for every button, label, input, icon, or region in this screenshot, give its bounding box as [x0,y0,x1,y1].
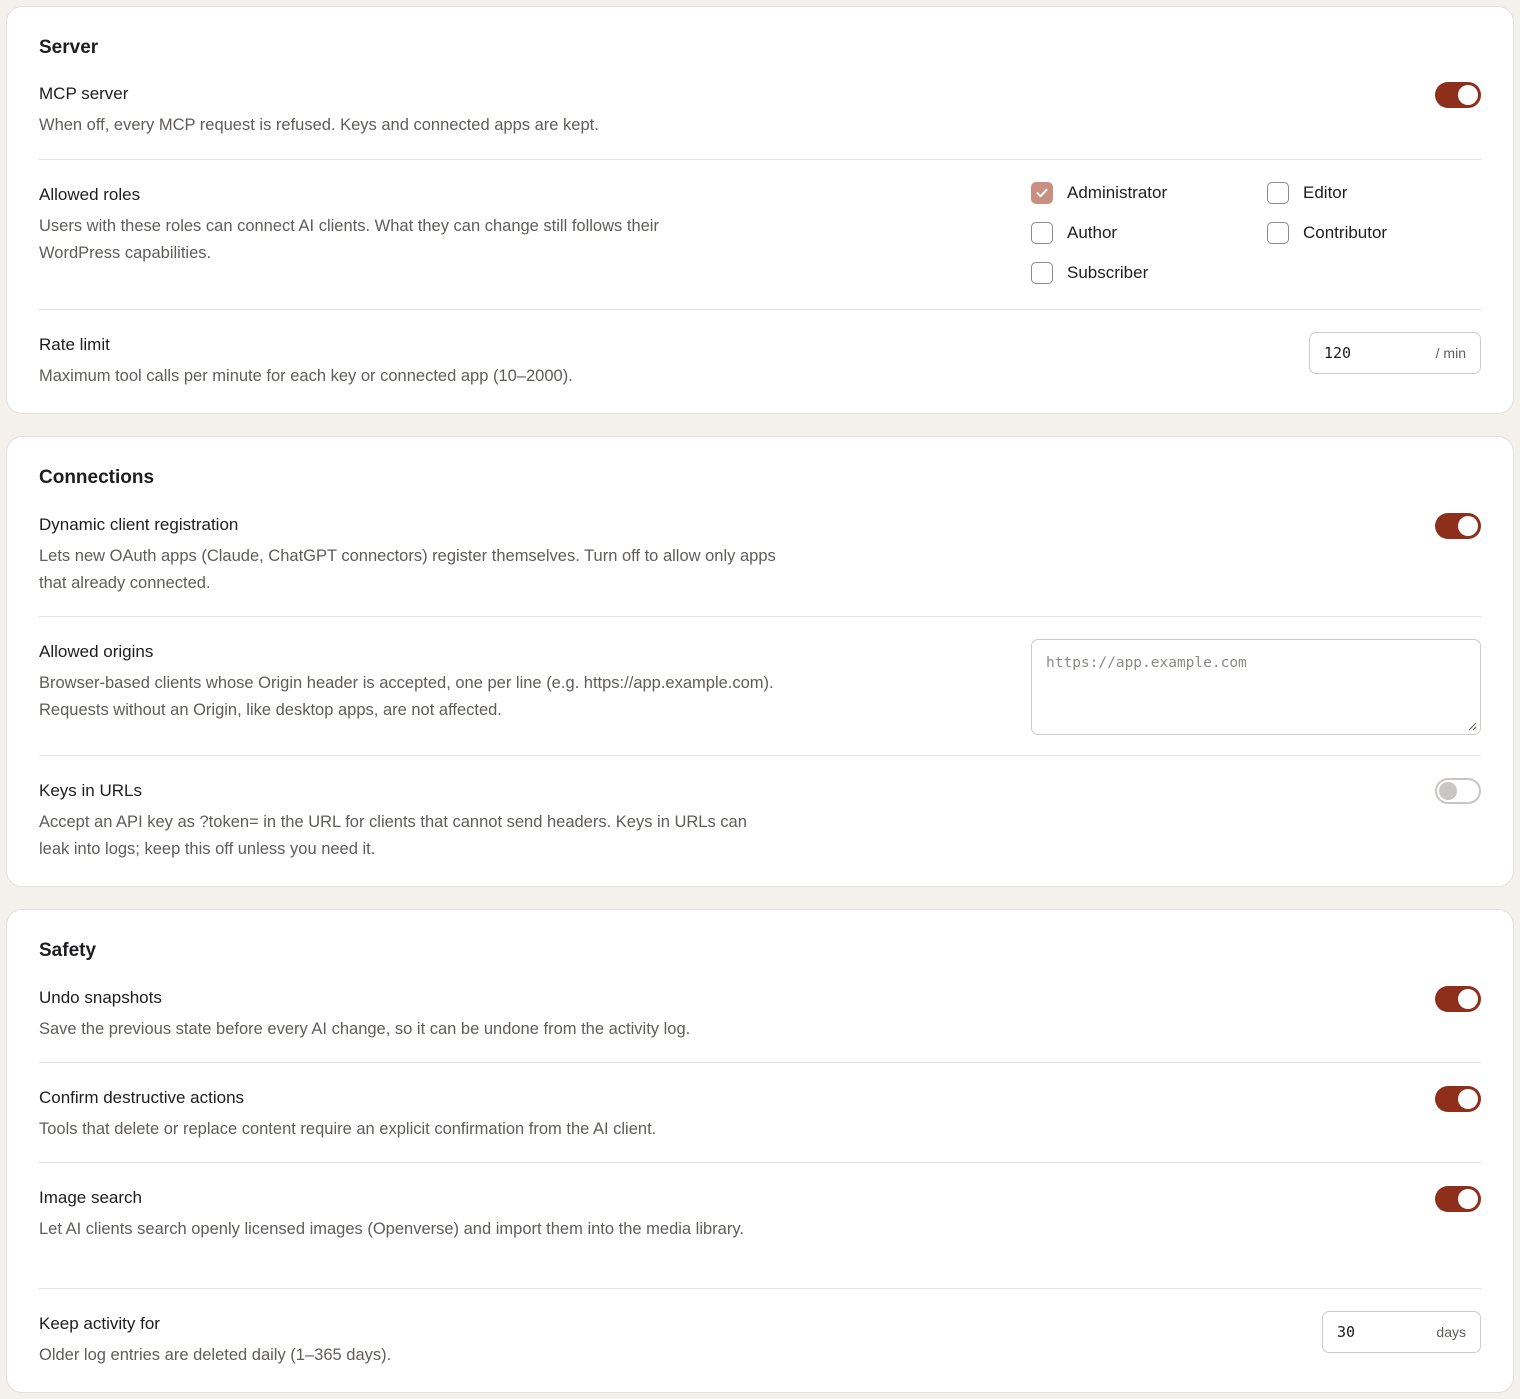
toggle-knob [1458,989,1478,1009]
keys-in-urls-toggle[interactable] [1435,778,1481,804]
undo-snapshots-toggle[interactable] [1435,986,1481,1012]
image-search-toggle[interactable] [1435,1186,1481,1212]
allowed-origins-placeholder: https://app.example.com [1046,655,1247,671]
role-label: Contributor [1303,223,1388,242]
undo-snapshots-row: Undo snapshots Save the previous state b… [39,986,1481,1062]
keep-activity-input[interactable]: 30 days [1322,1311,1481,1353]
checkmark-icon [1036,188,1048,198]
allowed-roles-row: Allowed roles Users with these roles can… [39,159,1481,309]
image-search-label: Image search [39,1188,142,1207]
dynamic-registration-label: Dynamic client registration [39,515,239,534]
contributor-checkbox[interactable] [1267,222,1289,244]
rate-limit-row: Rate limit Maximum tool calls per minute… [39,309,1481,409]
confirm-destructive-description: Tools that delete or replace content req… [39,1120,657,1138]
server-section-title: Server [39,37,99,58]
keys-in-urls-row: Keys in URLs Accept an API key as ?token… [39,755,1481,875]
role-label: Administrator [1067,183,1168,202]
dynamic-registration-description: Lets new OAuth apps (Claude, ChatGPT con… [39,547,776,592]
resize-grip-icon [1468,722,1477,731]
role-label: Subscriber [1067,263,1149,282]
toggle-knob [1458,1089,1478,1109]
rate-limit-label: Rate limit [39,335,110,354]
rate-limit-value: 120 [1324,344,1352,362]
administrator-checkbox[interactable] [1031,182,1053,204]
mcp-server-row: MCP server When off, every MCP request i… [39,82,1481,159]
dynamic-registration-row: Dynamic client registration Lets new OAu… [39,513,1481,616]
safety-section-title: Safety [39,940,97,961]
role-label: Editor [1303,183,1348,202]
allowed-origins-description: Browser-based clients whose Origin heade… [39,674,774,719]
role-label: Author [1067,223,1118,242]
keys-in-urls-description: Accept an API key as ?token= in the URL … [39,813,747,858]
confirm-destructive-row: Confirm destructive actions Tools that d… [39,1062,1481,1162]
image-search-description: Let AI clients search openly licensed im… [39,1220,744,1238]
undo-snapshots-label: Undo snapshots [39,988,162,1007]
toggle-knob [1439,782,1457,800]
role-contributor[interactable]: Contributor [1267,222,1387,244]
keep-activity-description: Older log entries are deleted daily (1–3… [39,1346,392,1364]
author-checkbox[interactable] [1031,222,1053,244]
confirm-destructive-label: Confirm destructive actions [39,1088,245,1107]
roles-checkbox-group: Administrator Editor Author Contributor … [1031,182,1461,302]
editor-checkbox[interactable] [1267,182,1289,204]
keep-activity-row: Keep activity for Older log entries are … [39,1288,1481,1388]
allowed-origins-row: Allowed origins Browser-based clients wh… [39,616,1481,756]
server-card: Server MCP server When off, every MCP re… [6,6,1514,414]
toggle-knob [1458,516,1478,536]
role-subscriber[interactable]: Subscriber [1031,262,1148,284]
toggle-knob [1458,1189,1478,1209]
mcp-server-description: When off, every MCP request is refused. … [39,116,599,134]
allowed-origins-textarea[interactable]: https://app.example.com [1031,639,1481,735]
safety-card: Safety Undo snapshots Save the previous … [6,909,1514,1393]
allowed-roles-description: Users with these roles can connect AI cl… [39,217,659,262]
role-administrator[interactable]: Administrator [1031,182,1167,204]
image-search-row: Image search Let AI clients search openl… [39,1162,1481,1288]
keys-in-urls-label: Keys in URLs [39,781,142,800]
role-editor[interactable]: Editor [1267,182,1347,204]
connections-card: Connections Dynamic client registration … [6,436,1514,887]
role-author[interactable]: Author [1031,222,1117,244]
mcp-server-label: MCP server [39,84,129,103]
rate-limit-description: Maximum tool calls per minute for each k… [39,367,573,385]
confirm-destructive-toggle[interactable] [1435,1086,1481,1112]
keep-activity-value: 30 [1337,1323,1356,1341]
connections-section-title: Connections [39,467,155,488]
rate-limit-input[interactable]: 120 / min [1309,332,1481,374]
mcp-server-toggle[interactable] [1435,82,1481,108]
rate-limit-unit: / min [1435,345,1466,361]
subscriber-checkbox[interactable] [1031,262,1053,284]
dynamic-registration-toggle[interactable] [1435,513,1481,539]
keep-activity-unit: days [1436,1324,1466,1340]
toggle-knob [1458,85,1478,105]
undo-snapshots-description: Save the previous state before every AI … [39,1020,691,1038]
keep-activity-label: Keep activity for [39,1314,160,1333]
